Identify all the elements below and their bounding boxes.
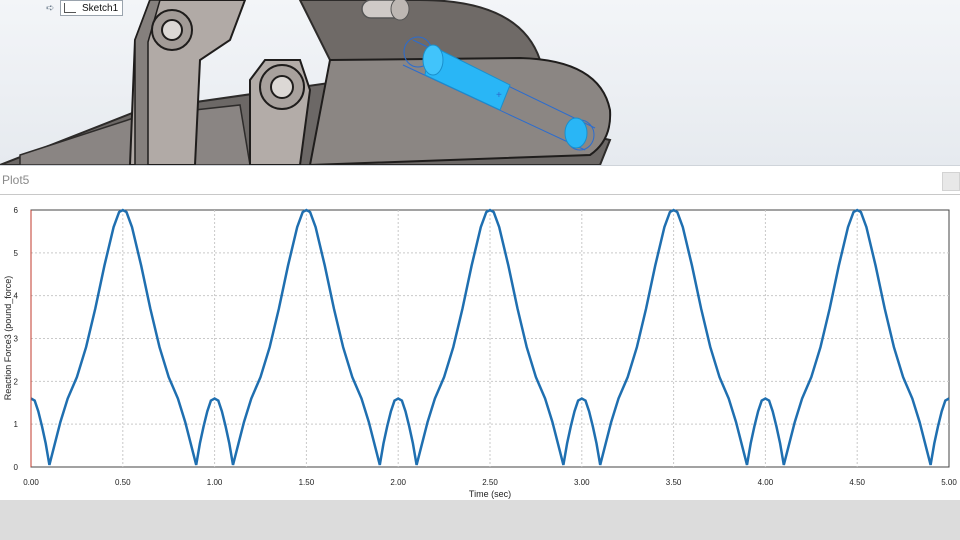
- x-tick-label: 4.00: [758, 478, 774, 487]
- y-tick-label: 6: [14, 206, 19, 215]
- y-tick-label: 0: [14, 463, 19, 472]
- y-tick-label: 1: [14, 420, 19, 429]
- x-tick-label: 2.50: [482, 478, 498, 487]
- y-tick-label: 4: [14, 292, 19, 301]
- reaction-force-chart: 0.00 0.50 1.00 1.50 2.00 2.50 3.00 3.50 4.00 4.50…: [3, 206, 957, 499]
- x-tick-label: 1.00: [207, 478, 223, 487]
- sketch-label: Sketch1: [82, 2, 119, 14]
- y-axis-title: Reaction Force3 (pound_force): [3, 276, 13, 401]
- x-tick-label: 3.00: [574, 478, 590, 487]
- mechanism-model-render: +: [0, 0, 612, 165]
- x-tick-label: 2.00: [390, 478, 406, 487]
- y-tick-label: 3: [14, 335, 19, 344]
- feature-tree-item[interactable]: ➪ Sketch1: [46, 0, 124, 16]
- x-axis-title: Time (sec): [469, 489, 511, 499]
- model-viewport[interactable]: + ➪ Sketch1: [0, 0, 960, 165]
- x-tick-label: 0.00: [23, 478, 39, 487]
- x-tick-label: 5.00: [941, 478, 957, 487]
- x-tick-label: 0.50: [115, 478, 131, 487]
- x-tick-label: 4.50: [849, 478, 865, 487]
- sketch-icon: [64, 3, 76, 13]
- sketch-node[interactable]: Sketch1: [60, 0, 124, 16]
- x-tick-label: 1.50: [299, 478, 315, 487]
- svg-text:+: +: [496, 90, 502, 101]
- x-tick-label: 3.50: [666, 478, 682, 487]
- status-area: [0, 500, 960, 540]
- plot-window: Plot5 0.00 0.50 1.00 1.50 2.00 2.50 3.00 3.50 4.…: [0, 165, 960, 501]
- y-tick-label: 2: [14, 377, 19, 386]
- y-tick-label: 5: [14, 249, 19, 258]
- sketch-arrow-icon: ➪: [46, 2, 55, 14]
